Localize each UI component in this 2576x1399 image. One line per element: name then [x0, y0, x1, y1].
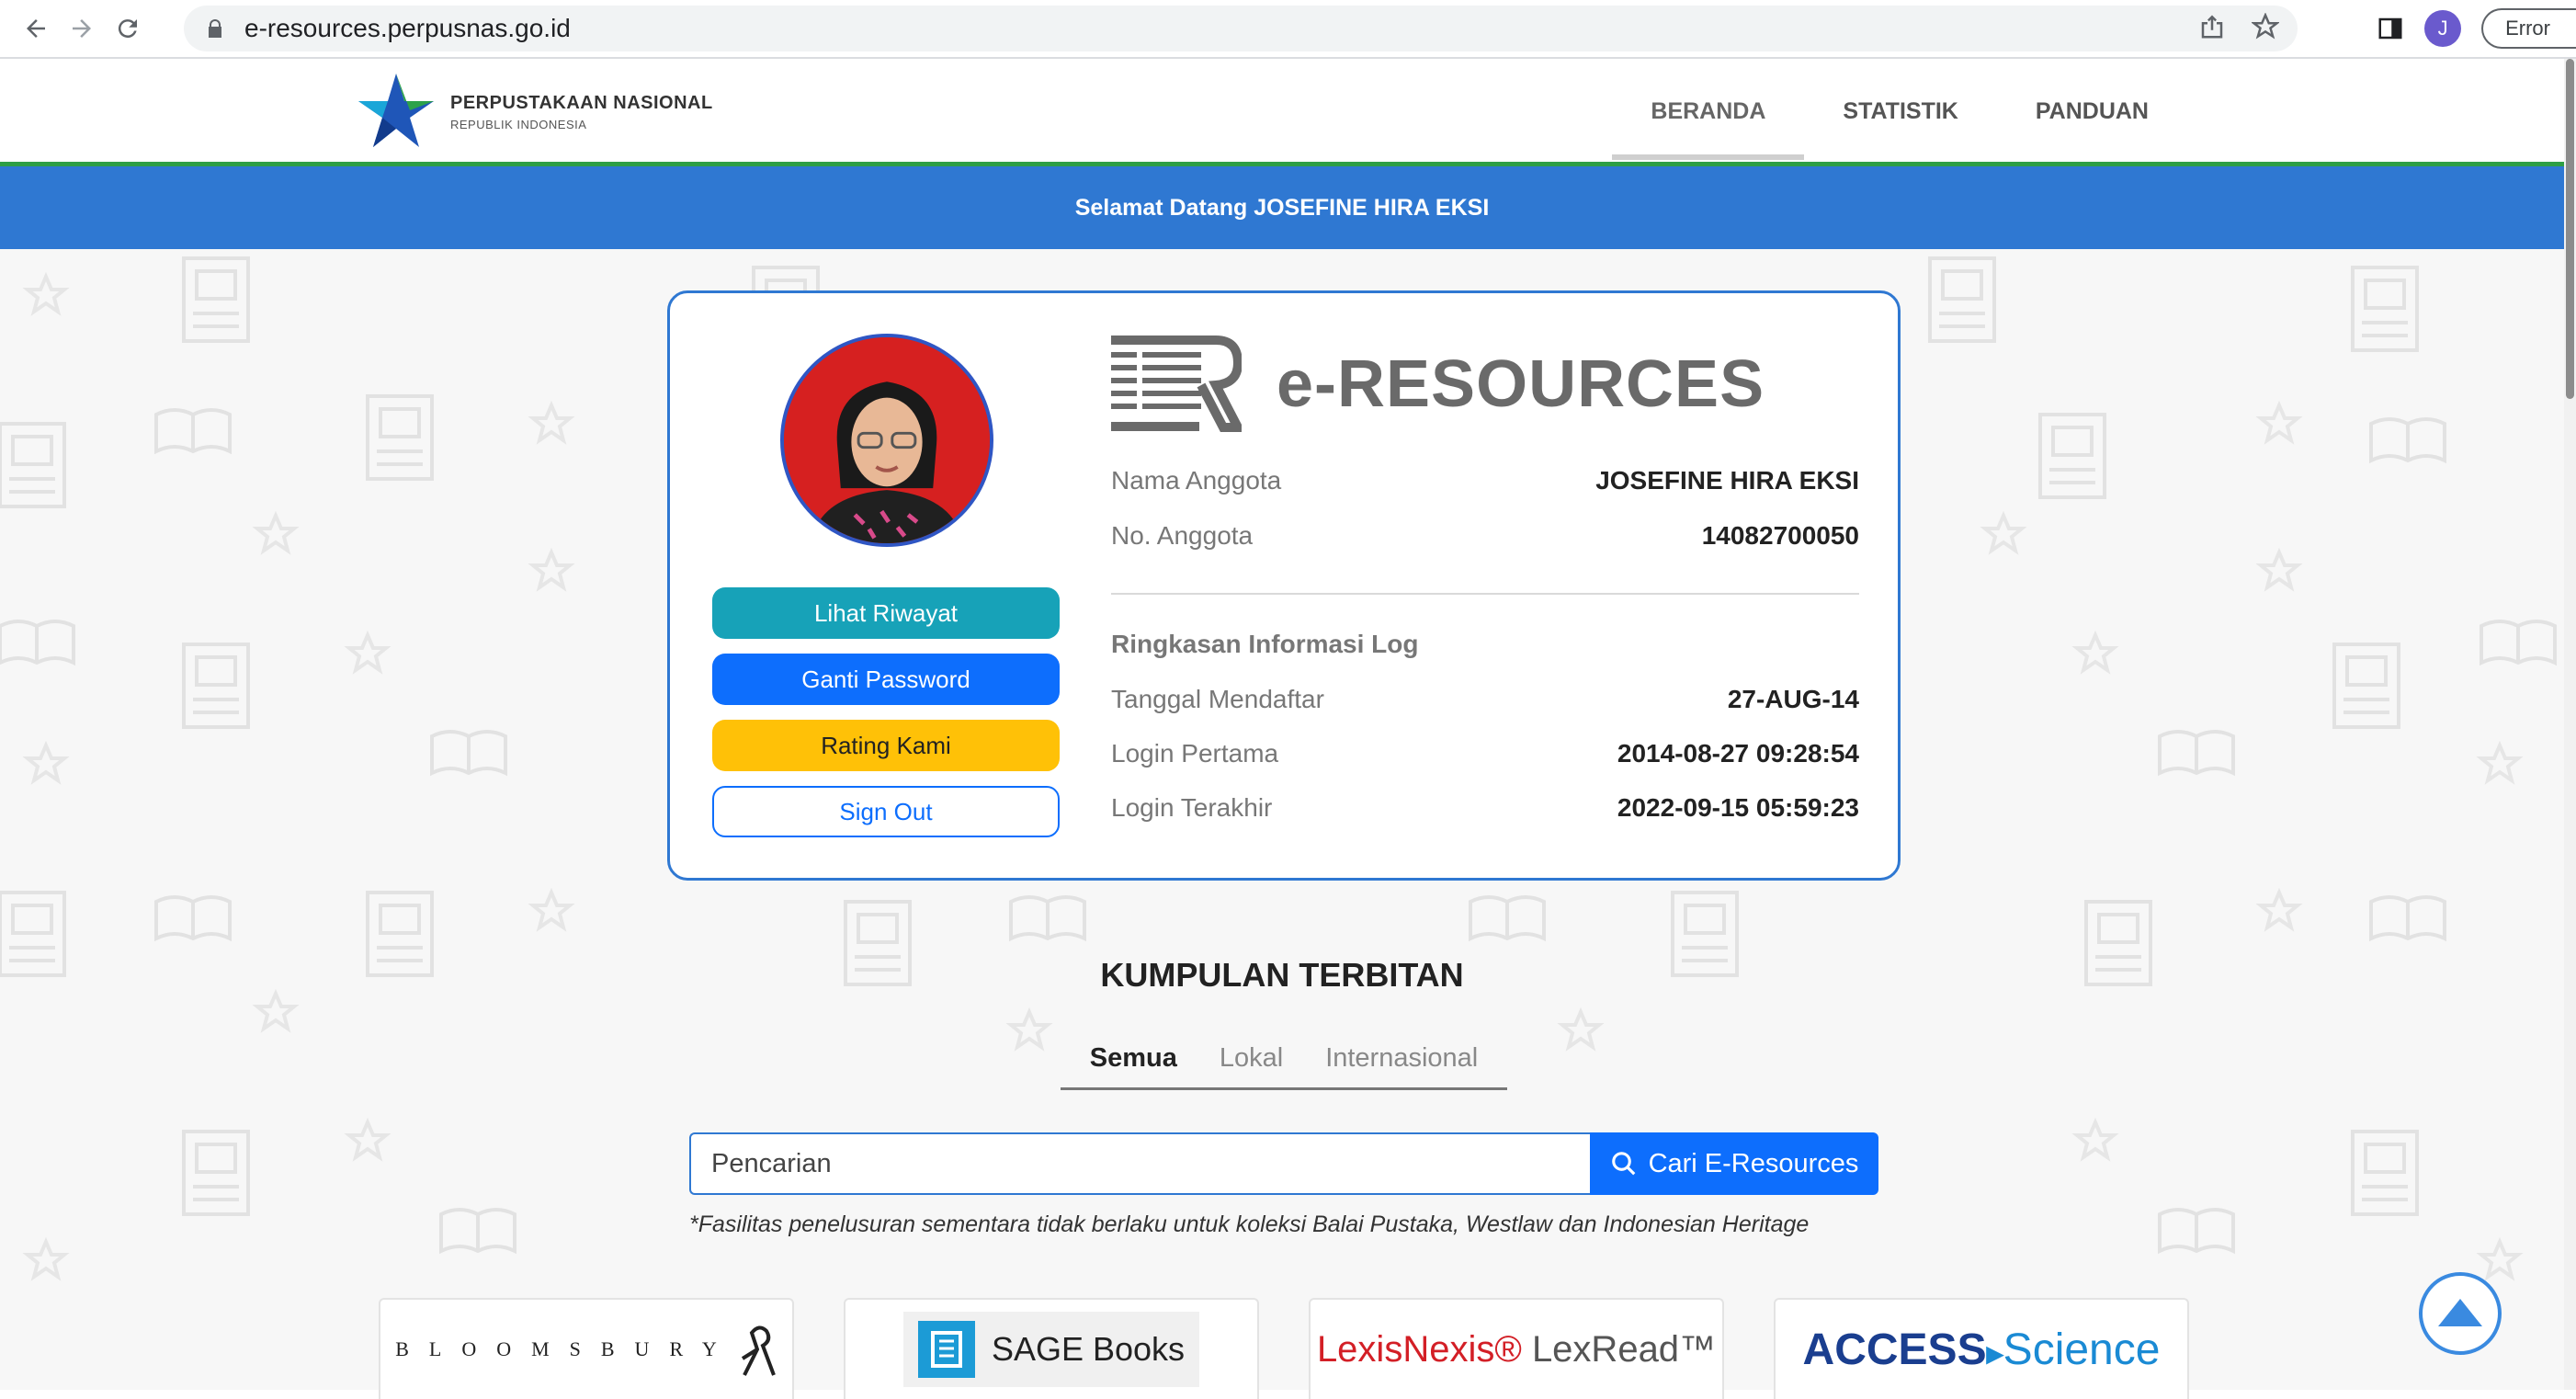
error-indicator[interactable]: Error — [2481, 8, 2576, 49]
perpusnas-logo[interactable]: PERPUSTAKAAN NASIONAL REPUBLIK INDONESIA — [346, 66, 713, 158]
back-icon[interactable] — [13, 6, 59, 51]
share-icon[interactable] — [2198, 13, 2226, 40]
first-login-value: 2014-08-27 09:28:54 — [1617, 739, 1859, 768]
nav-beranda[interactable]: BERANDA — [1612, 61, 1805, 162]
member-number-value: 14082700050 — [1701, 521, 1859, 550]
first-login-label: Login Pertama — [1111, 739, 1279, 768]
back-to-top-button[interactable] — [2419, 1272, 2502, 1355]
member-photo — [780, 334, 993, 547]
search-note: *Fasilitas penelusuran sementara tidak b… — [689, 1211, 1810, 1237]
sage-logo-text: SAGE Books — [991, 1330, 1186, 1368]
star-logo-icon — [358, 74, 434, 147]
publisher-lexisnexis[interactable]: LexisNexis® LexRead™ — [1309, 1298, 1724, 1399]
reload-icon[interactable] — [105, 6, 151, 51]
science-text: Science — [2003, 1325, 2161, 1374]
access-text: ACCESS — [1802, 1325, 1987, 1374]
publisher-accessscience[interactable]: ACCESS▸Science — [1774, 1298, 2189, 1399]
history-button[interactable]: Lihat Riwayat — [712, 587, 1060, 639]
sage-logo: SAGE Books — [902, 1312, 1200, 1387]
first-login-row: Login Pertama 2014-08-27 09:28:54 — [1111, 735, 1859, 772]
site-header: PERPUSTAKAAN NASIONAL REPUBLIK INDONESIA… — [0, 61, 2564, 162]
registered-date-row: Tanggal Mendaftar 27-AUG-14 — [1111, 681, 1859, 718]
nav-statistik[interactable]: STATISTIK — [1804, 61, 1996, 162]
tab-lokal[interactable]: Lokal — [1220, 1043, 1283, 1074]
search-icon — [1611, 1152, 1635, 1176]
bookmark-star-icon[interactable] — [2252, 13, 2279, 40]
arrow-icon: ▸ — [1986, 1333, 2003, 1371]
nav-panduan[interactable]: PANDUAN — [1997, 61, 2187, 162]
url-text: e-resources.perpusnas.go.id — [244, 14, 571, 42]
registered-date-label: Tanggal Mendaftar — [1111, 685, 1324, 713]
address-bar[interactable]: e-resources.perpusnas.go.id — [184, 6, 2298, 51]
profile-avatar[interactable]: J — [2424, 10, 2462, 47]
brand-title: e-RESOURCES — [1277, 347, 1765, 421]
last-login-label: Login Terakhir — [1111, 793, 1273, 822]
search-button-label: Cari E-Resources — [1648, 1148, 1859, 1178]
lexisnexis-text: LexisNexis® — [1316, 1328, 1522, 1370]
last-login-value: 2022-09-15 05:59:23 — [1617, 793, 1859, 822]
accessscience-logo-text: ACCESS▸Science — [1803, 1325, 2161, 1375]
tab-internasional[interactable]: Internasional — [1325, 1043, 1478, 1074]
welcome-banner: Selamat Datang JOSEFINE HIRA EKSI — [0, 166, 2564, 249]
change-password-button[interactable]: Ganti Password — [712, 654, 1060, 705]
bloomsbury-dog-icon — [741, 1325, 776, 1376]
collection-title: KUMPULAN TERBITAN — [1100, 956, 1464, 994]
registered-date-value: 27-AUG-14 — [1727, 685, 1859, 713]
side-panel-icon[interactable] — [2377, 15, 2404, 42]
collection-tabs: Semua Lokal Internasional — [1061, 1029, 1507, 1090]
last-login-row: Login Terakhir 2022-09-15 05:59:23 — [1111, 790, 1859, 826]
member-profile-card: Lihat Riwayat Ganti Password Rating Kami… — [667, 290, 1901, 881]
lexread-text: LexRead™ — [1531, 1328, 1717, 1370]
e-resources-emblem-icon — [1111, 336, 1242, 432]
tab-semua[interactable]: Semua — [1090, 1043, 1177, 1074]
lock-icon — [209, 19, 221, 38]
sign-out-button[interactable]: Sign Out — [712, 786, 1060, 837]
forward-icon[interactable] — [59, 6, 105, 51]
browser-toolbar: e-resources.perpusnas.go.id J Error — [0, 0, 2576, 59]
member-name-label: Nama Anggota — [1111, 466, 1282, 495]
e-resources-logo: e-RESOURCES — [1111, 336, 1765, 433]
chevron-up-icon — [2438, 1299, 2482, 1326]
publisher-sage-books[interactable]: SAGE Books — [844, 1298, 1259, 1399]
member-number-row: No. Anggota 14082700050 — [1111, 518, 1859, 554]
search-button[interactable]: Cari E-Resources — [1590, 1132, 1878, 1195]
logo-title: PERPUSTAKAAN NASIONAL — [450, 93, 713, 113]
search-input[interactable] — [689, 1132, 1592, 1195]
member-name-row: Nama Anggota JOSEFINE HIRA EKSI — [1111, 462, 1859, 499]
publisher-bloomsbury[interactable]: BLOOMSBURY — [379, 1298, 794, 1399]
scrollbar-thumb[interactable] — [2566, 59, 2574, 399]
member-number-label: No. Anggota — [1111, 521, 1254, 550]
rating-button[interactable]: Rating Kami — [712, 720, 1060, 771]
log-summary-title: Ringkasan Informasi Log — [1111, 630, 1419, 658]
member-name-value: JOSEFINE HIRA EKSI — [1595, 466, 1859, 495]
bloomsbury-logo-text: BLOOMSBURY — [395, 1337, 737, 1360]
top-nav: BERANDA STATISTIK PANDUAN — [1612, 61, 2187, 162]
card-divider — [1111, 593, 1859, 595]
book-icon — [917, 1321, 975, 1378]
logo-subtitle: REPUBLIK INDONESIA — [450, 118, 587, 131]
lexis-logo-text: LexisNexis® LexRead™ — [1317, 1329, 1716, 1371]
